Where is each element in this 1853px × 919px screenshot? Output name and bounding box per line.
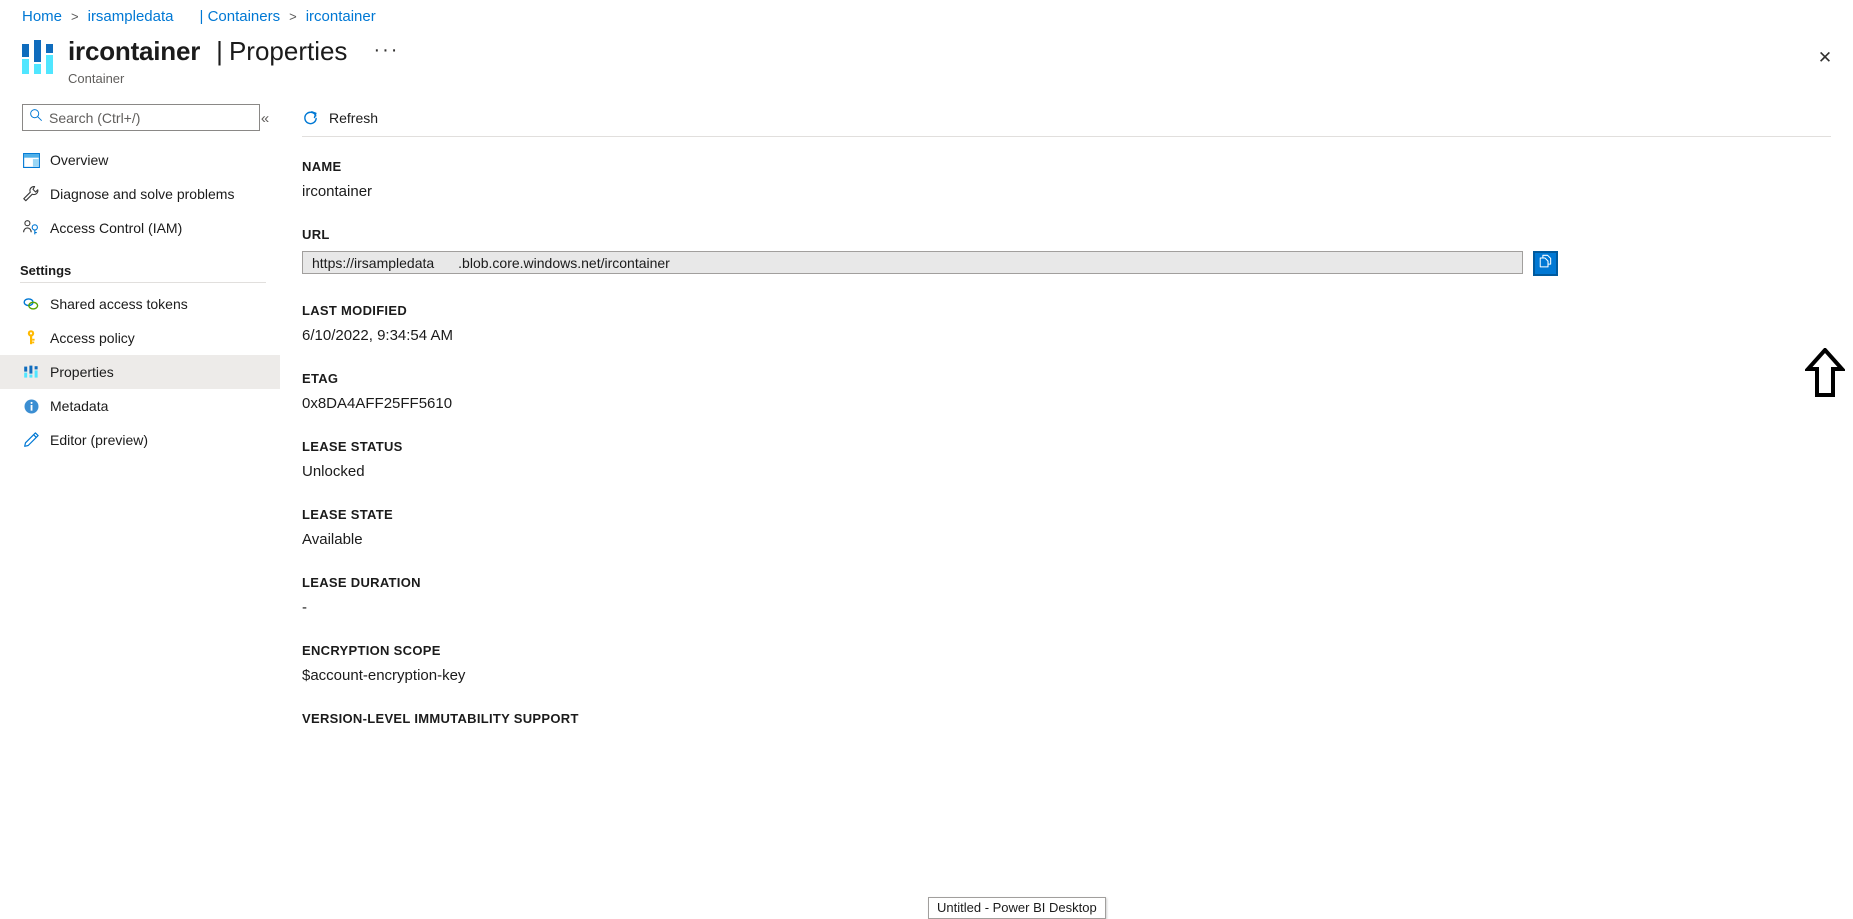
search-input[interactable] — [49, 109, 253, 126]
container-icon — [22, 40, 54, 74]
property-last-modified: LAST MODIFIED 6/10/2022, 9:34:54 AM — [302, 303, 1831, 344]
property-name: NAME ircontainer — [302, 159, 1831, 200]
breadcrumb-separator-icon: > — [71, 9, 79, 24]
property-etag: ETAG 0x8DA4AFF25FF5610 — [302, 371, 1831, 412]
refresh-label: Refresh — [329, 110, 379, 126]
url-prefix: https://irsampledata — [312, 254, 435, 271]
property-encryption-scope: ENCRYPTION SCOPE $account-encryption-key — [302, 643, 1831, 684]
properties-list: NAME ircontainer URL https://irsampledat… — [280, 137, 1853, 917]
url-suffix: .blob.core.windows.net/ircontainer — [458, 254, 670, 271]
sidebar-item-label: Metadata — [50, 398, 109, 414]
property-label: LEASE STATE — [302, 507, 393, 522]
sidebar-item-label: Overview — [50, 152, 109, 168]
breadcrumb-current[interactable]: ircontainer — [306, 8, 376, 25]
property-lease-status: LEASE STATUS Unlocked — [302, 439, 1831, 480]
taskbar-tooltip: Untitled - Power BI Desktop — [928, 897, 1106, 919]
property-label: LAST MODIFIED — [302, 303, 408, 318]
page-title: ircontainer — [68, 36, 201, 66]
sidebar-item-label: Access Control (IAM) — [50, 220, 183, 236]
property-value: 0x8DA4AFF25FF5610 — [302, 395, 453, 412]
sidebar-item-overview[interactable]: Overview — [0, 143, 280, 177]
property-label: LEASE STATUS — [302, 439, 403, 454]
sidebar-item-label: Shared access tokens — [50, 296, 188, 312]
search-icon — [29, 108, 49, 127]
info-circle-icon — [20, 395, 42, 417]
search-box[interactable] — [22, 104, 260, 131]
copy-url-button[interactable] — [1533, 251, 1558, 276]
property-url: URL https://irsampledata .blob.core.wind… — [302, 227, 1831, 276]
sidebar-group-settings: Settings — [20, 263, 72, 278]
chevron-double-left-icon: « — [260, 109, 270, 127]
copy-icon — [1538, 254, 1553, 274]
sidebar-item-editor[interactable]: Editor (preview) — [0, 423, 280, 457]
page-header: ircontainer | Properties ··· Container — [22, 36, 399, 86]
refresh-button[interactable]: Refresh — [302, 110, 378, 127]
property-value: Available — [302, 531, 363, 548]
title-separator: | — [216, 36, 223, 66]
close-icon: ✕ — [1817, 48, 1833, 67]
property-value: - — [302, 599, 307, 616]
page-subtitle: Properties — [228, 36, 348, 66]
breadcrumb-account[interactable]: irsampledata — [88, 8, 174, 25]
sidebar-item-diagnose[interactable]: Diagnose and solve problems — [0, 177, 280, 211]
wrench-icon — [20, 183, 42, 205]
url-input[interactable]: https://irsampledata .blob.core.windows.… — [302, 251, 1523, 274]
properties-bars-icon — [20, 361, 42, 383]
sidebar-item-shared-access-tokens[interactable]: Shared access tokens — [0, 287, 280, 321]
sidebar-item-metadata[interactable]: Metadata — [0, 389, 280, 423]
sidebar-item-label: Access policy — [50, 330, 135, 346]
pencil-icon — [20, 429, 42, 451]
property-lease-duration: LEASE DURATION - — [302, 575, 1831, 616]
property-label: URL — [302, 227, 330, 242]
sidebar-divider — [20, 282, 266, 283]
breadcrumb-home[interactable]: Home — [22, 8, 62, 25]
breadcrumb-separator-icon-2: > — [289, 9, 297, 24]
property-version-immutability: VERSION-LEVEL IMMUTABILITY SUPPORT — [302, 711, 1831, 726]
person-key-icon — [20, 217, 42, 239]
refresh-icon — [302, 110, 319, 127]
property-label: ENCRYPTION SCOPE — [302, 643, 441, 658]
sidebar-item-label: Properties — [50, 364, 114, 380]
resource-type-label: Container — [68, 71, 125, 86]
sidebar-item-label: Diagnose and solve problems — [50, 186, 235, 202]
command-toolbar: Refresh — [280, 100, 1853, 136]
property-lease-state: LEASE STATE Available — [302, 507, 1831, 548]
breadcrumb: Home > irsampledata | Containers > ircon… — [22, 8, 376, 25]
key-icon — [20, 327, 42, 349]
sidebar-item-properties[interactable]: Properties — [0, 355, 280, 389]
close-button[interactable]: ✕ — [1805, 40, 1845, 76]
link-chain-icon — [20, 293, 42, 315]
sidebar: « Overview — [0, 100, 280, 919]
property-label: ETAG — [302, 371, 339, 386]
overview-icon — [20, 149, 42, 171]
property-value: Unlocked — [302, 463, 365, 480]
property-label: VERSION-LEVEL IMMUTABILITY SUPPORT — [302, 711, 579, 726]
property-label: LEASE DURATION — [302, 575, 421, 590]
breadcrumb-containers[interactable]: | Containers — [200, 8, 281, 25]
property-value: ircontainer — [302, 183, 373, 200]
sidebar-item-access-control[interactable]: Access Control (IAM) — [0, 211, 280, 245]
more-options-button[interactable]: ··· — [373, 40, 399, 60]
collapse-sidebar-button[interactable]: « — [255, 108, 275, 128]
property-label: NAME — [302, 159, 342, 174]
sidebar-item-label: Editor (preview) — [50, 432, 149, 448]
main-content: Refresh NAME ircontainer URL https://irs… — [280, 100, 1853, 919]
sidebar-item-access-policy[interactable]: Access policy — [0, 321, 280, 355]
property-value: 6/10/2022, 9:34:54 AM — [302, 327, 453, 344]
property-value: $account-encryption-key — [302, 667, 466, 684]
